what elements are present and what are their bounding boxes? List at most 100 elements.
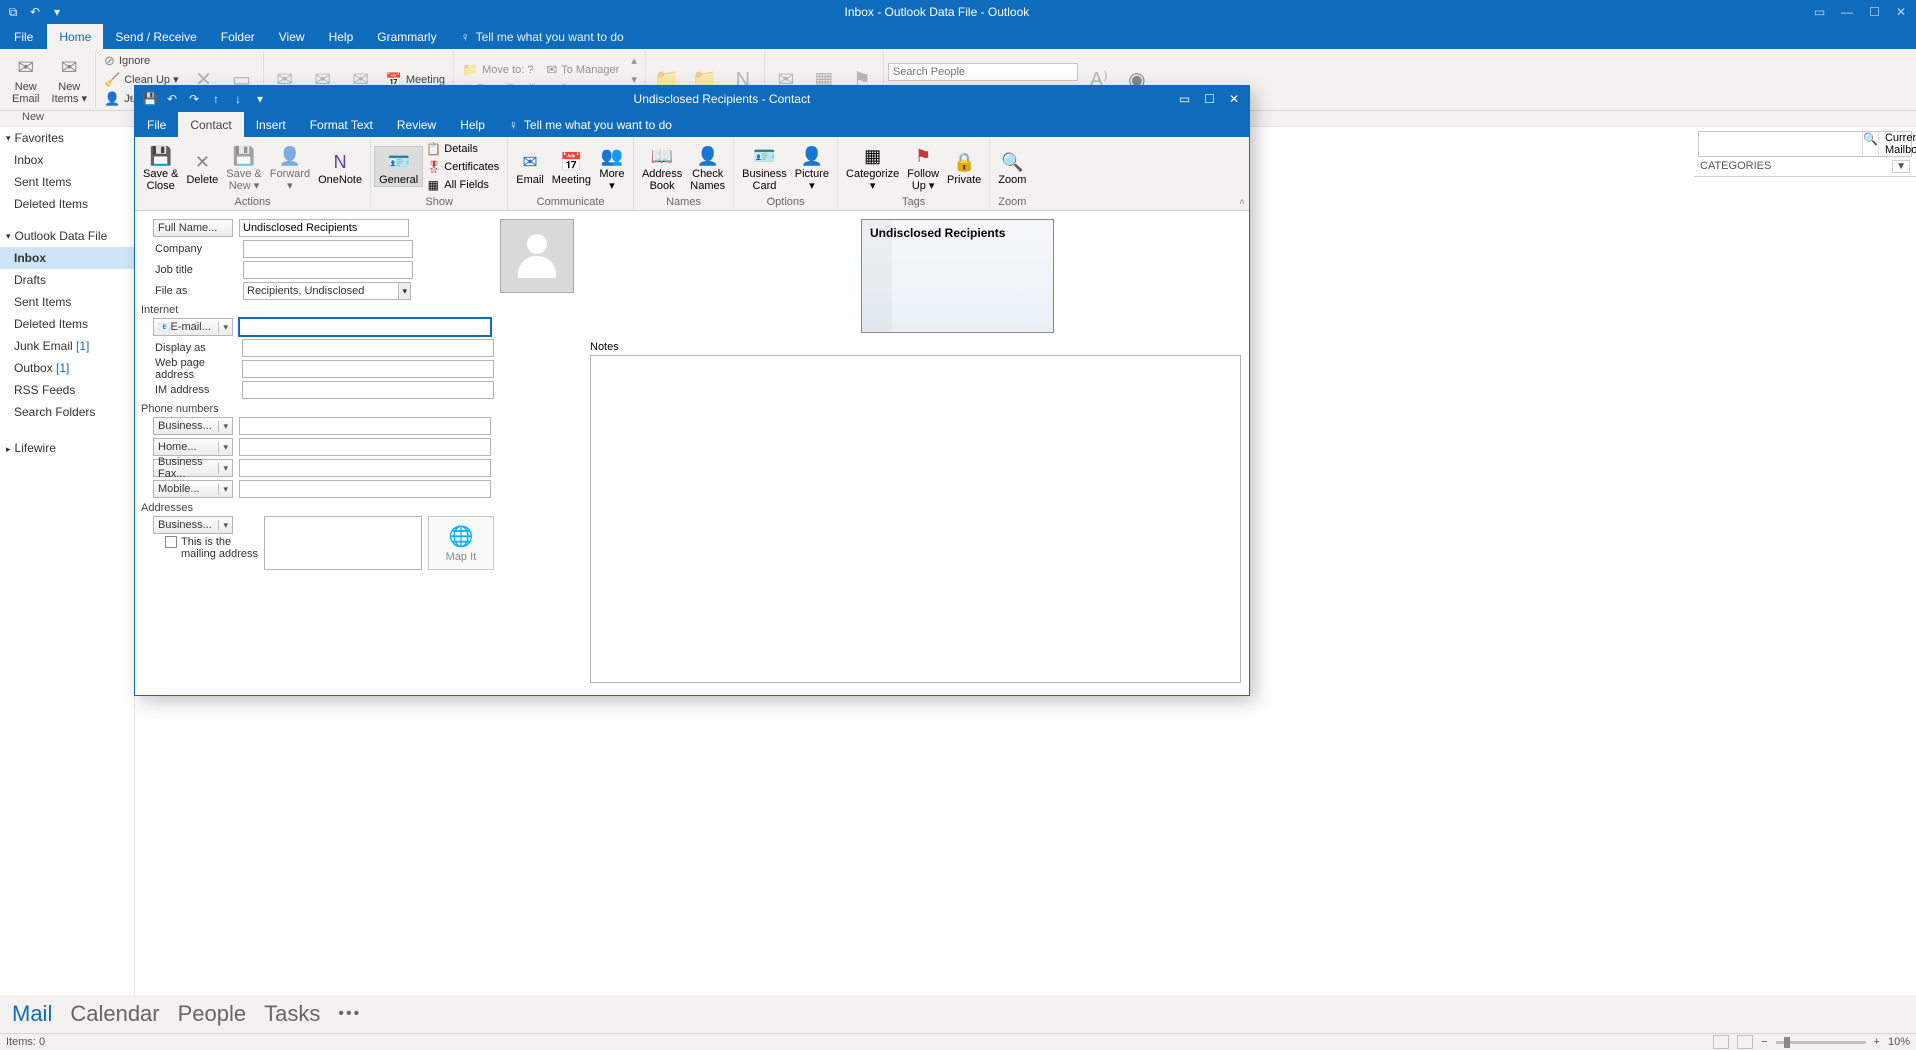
webpage-input[interactable] <box>242 360 494 378</box>
contact-photo[interactable] <box>500 219 574 293</box>
onenote-button[interactable]: NOneNote <box>314 147 366 186</box>
zoom-slider[interactable] <box>1776 1041 1866 1044</box>
ribbon-display-icon[interactable]: ▭ <box>1179 92 1190 106</box>
tab-view[interactable]: View <box>267 24 317 49</box>
view-reading-icon[interactable] <box>1737 1035 1753 1049</box>
favorites-header[interactable]: Favorites <box>0 127 134 149</box>
fullname-button[interactable]: Full Name... <box>153 219 233 237</box>
folder-deleted[interactable]: Deleted Items <box>0 313 134 335</box>
zoom-out-icon[interactable]: − <box>1761 1036 1767 1048</box>
folder-search[interactable]: Search Folders <box>0 401 134 423</box>
phone-home-input[interactable] <box>239 438 491 456</box>
addressbook-button[interactable]: 📖Address Book <box>638 141 686 192</box>
notes-input[interactable] <box>590 355 1241 683</box>
phone-fax-button[interactable]: Business Fax... <box>153 459 233 477</box>
address-input[interactable] <box>264 516 422 570</box>
fullname-input[interactable] <box>239 219 409 237</box>
nav-tasks[interactable]: Tasks <box>264 1001 320 1027</box>
qat-customize-icon[interactable]: ▾ <box>50 5 64 19</box>
close-icon[interactable]: ✕ <box>1896 5 1906 19</box>
save-new-button[interactable]: 💾Save & New ▾ <box>222 141 265 192</box>
address-business-button[interactable]: Business... <box>153 516 233 534</box>
nav-people[interactable]: People <box>178 1001 247 1027</box>
general-view-button[interactable]: 🪪General <box>375 147 422 186</box>
meeting-contact-button[interactable]: 📅Meeting <box>548 147 595 186</box>
forward-contact-button[interactable]: 👤Forward ▾ <box>266 141 314 192</box>
phone-mobile-input[interactable] <box>239 480 491 498</box>
business-card-preview[interactable]: Undisclosed Recipients <box>861 219 1054 333</box>
categorize-button[interactable]: ▦Categorize ▾ <box>842 141 903 192</box>
maximize-icon[interactable]: ☐ <box>1204 92 1215 106</box>
fav-sent[interactable]: Sent Items <box>0 171 134 193</box>
qat-customize-icon[interactable]: ▾ <box>253 92 267 106</box>
more-comm-button[interactable]: 👥More ▾ <box>595 141 629 192</box>
phone-business-input[interactable] <box>239 417 491 435</box>
folder-outbox[interactable]: Outbox [1] <box>0 357 134 379</box>
nav-mail[interactable]: Mail <box>12 1001 52 1027</box>
new-email-button[interactable]: ✉New Email <box>8 55 44 105</box>
collapse-ribbon-icon[interactable]: ˄ <box>1239 197 1245 208</box>
view-normal-icon[interactable] <box>1713 1035 1729 1049</box>
datafile-header[interactable]: Outlook Data File <box>0 225 134 247</box>
contact-tab-file[interactable]: File <box>135 112 178 137</box>
zoom-in-icon[interactable]: + <box>1874 1036 1880 1048</box>
folder-sent[interactable]: Sent Items <box>0 291 134 313</box>
contact-tab-format[interactable]: Format Text <box>298 112 385 137</box>
picture-button[interactable]: 👤Picture ▾ <box>791 141 833 192</box>
checknames-button[interactable]: 👤Check Names <box>686 141 729 192</box>
fav-inbox[interactable]: Inbox <box>0 149 134 171</box>
folder-rss[interactable]: RSS Feeds <box>0 379 134 401</box>
certificates-button[interactable]: 🎖Certificates <box>426 158 499 175</box>
fileas-combo[interactable]: Recipients, Undisclosed <box>243 282 411 300</box>
ignore-button[interactable]: ⊘Ignore <box>100 52 183 70</box>
mailing-address-checkbox[interactable] <box>165 536 177 548</box>
phone-mobile-button[interactable]: Mobile... <box>153 480 233 498</box>
search-icon[interactable]: 🔍 <box>1862 132 1878 156</box>
tab-folder[interactable]: Folder <box>209 24 267 49</box>
contact-tab-help[interactable]: Help <box>448 112 497 137</box>
details-button[interactable]: 📋Details <box>426 140 499 157</box>
delete-contact-button[interactable]: ✕Delete <box>182 147 222 186</box>
search-mailbox-input[interactable] <box>1699 132 1862 156</box>
folder-junk[interactable]: Junk Email [1] <box>0 335 134 357</box>
contact-tab-contact[interactable]: Contact <box>178 112 243 137</box>
contact-tab-insert[interactable]: Insert <box>244 112 298 137</box>
undo-icon[interactable]: ↶ <box>28 5 42 19</box>
phone-fax-input[interactable] <box>239 459 491 477</box>
nav-more-icon[interactable]: ••• <box>338 1005 361 1023</box>
folder-inbox[interactable]: Inbox <box>0 247 134 269</box>
contact-tellme[interactable]: ♀Tell me what you want to do <box>497 112 684 137</box>
quickstep-tomanager[interactable]: ✉To Manager <box>542 61 623 79</box>
maximize-icon[interactable]: ☐ <box>1869 5 1880 19</box>
email-contact-button[interactable]: ✉Email <box>512 147 548 186</box>
close-icon[interactable]: ✕ <box>1229 92 1239 106</box>
company-input[interactable] <box>243 240 413 258</box>
quickstep-moveto[interactable]: 📁Move to: ? <box>458 61 538 79</box>
folder-lifewire[interactable]: Lifewire <box>0 437 134 460</box>
allfields-button[interactable]: ▦All Fields <box>426 176 499 193</box>
tab-help[interactable]: Help <box>317 24 366 49</box>
new-items-button[interactable]: ✉New Items ▾ <box>48 55 91 105</box>
private-button[interactable]: 🔒Private <box>943 147 985 186</box>
phone-business-button[interactable]: Business... <box>153 417 233 435</box>
zoom-button[interactable]: 🔍Zoom <box>994 147 1030 186</box>
im-input[interactable] <box>242 381 494 399</box>
jobtitle-input[interactable] <box>243 261 413 279</box>
ribbon-display-icon[interactable]: ▭ <box>1814 5 1825 19</box>
displayas-input[interactable] <box>242 339 494 357</box>
filter-icon[interactable]: ▼ <box>1892 160 1910 173</box>
categories-column-header[interactable]: CATEGORIES <box>1700 160 1771 173</box>
tab-grammarly[interactable]: Grammarly <box>365 24 448 49</box>
save-icon[interactable]: 💾 <box>143 92 157 106</box>
tab-send-receive[interactable]: Send / Receive <box>103 24 208 49</box>
businesscard-button[interactable]: 🪪Business Card <box>738 141 791 192</box>
folder-drafts[interactable]: Drafts <box>0 269 134 291</box>
nav-calendar[interactable]: Calendar <box>70 1001 159 1027</box>
search-people-input[interactable] <box>888 63 1078 81</box>
mapit-button[interactable]: 🌐Map It <box>428 516 494 570</box>
phone-home-button[interactable]: Home... <box>153 438 233 456</box>
email-type-button[interactable]: 📧 E-mail... <box>153 318 233 336</box>
tab-file[interactable]: File <box>0 24 47 49</box>
minimize-icon[interactable]: — <box>1841 5 1853 19</box>
redo-icon[interactable]: ↷ <box>187 92 201 106</box>
